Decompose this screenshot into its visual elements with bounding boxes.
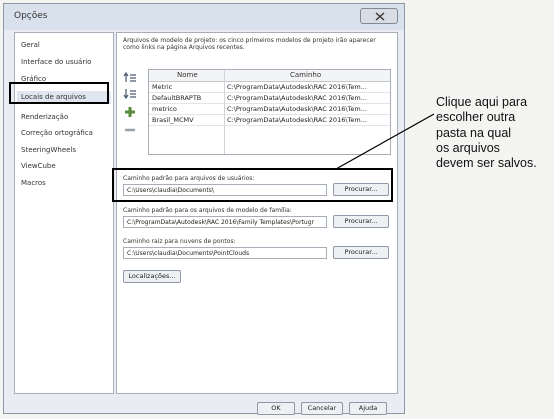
column-header-path[interactable]: Caminho bbox=[290, 71, 321, 79]
sidebar-item-geral[interactable]: Geral bbox=[21, 41, 40, 49]
move-up-icon[interactable] bbox=[123, 71, 137, 85]
row-path: C:\ProgramData\Autodesk\RAC 2016\Tem... bbox=[227, 94, 367, 102]
table-row[interactable]: DefaultBRAPTB C:\ProgramData\Autodesk\RA… bbox=[149, 93, 390, 104]
row-name: Brasil_MCMV bbox=[152, 116, 194, 124]
row-path: C:\ProgramData\Autodesk\RAC 2016\Tem... bbox=[227, 83, 367, 91]
close-icon bbox=[375, 12, 385, 21]
sidebar-item-viewcube[interactable]: ViewCube bbox=[21, 162, 56, 170]
point-clouds-label: Caminho raiz para nuvens de pontos: bbox=[123, 238, 236, 245]
sidebar-item-renderizacao[interactable]: Renderização bbox=[21, 113, 68, 121]
row-name: Metric bbox=[152, 83, 173, 91]
callout-line: os arquivos bbox=[436, 140, 500, 155]
selection-highlight-box bbox=[9, 82, 109, 104]
sidebar-item-steeringwheels[interactable]: SteeringWheels bbox=[21, 146, 76, 154]
table-header: Nome Caminho bbox=[149, 70, 390, 82]
add-icon[interactable] bbox=[123, 105, 137, 119]
column-header-name[interactable]: Nome bbox=[177, 71, 198, 79]
title-bar: Opções bbox=[4, 4, 404, 30]
row-name: metrico bbox=[152, 105, 177, 113]
cancel-button[interactable]: Cancelar bbox=[301, 402, 343, 415]
family-templates-path-field[interactable]: C:\ProgramData\Autodesk\RAC 2016\Family … bbox=[123, 216, 327, 228]
options-dialog: Opções Geral Interface do usuário Gráfic… bbox=[3, 3, 405, 415]
locations-button[interactable]: Localizações... bbox=[123, 270, 181, 283]
point-clouds-path-field[interactable]: C:\Users\claudia\Documents\PointClouds bbox=[123, 247, 327, 259]
callout-line: Clique aqui para bbox=[436, 95, 528, 109]
row-name: DefaultBRAPTB bbox=[152, 94, 202, 102]
move-down-icon[interactable] bbox=[123, 87, 137, 101]
sidebar-item-macros[interactable]: Macros bbox=[21, 179, 46, 187]
callout-annotation: Clique aqui para escolher outra pasta na… bbox=[436, 95, 551, 171]
dialog-title: Opções bbox=[14, 11, 48, 21]
file-locations-panel: Arquivos de modelo de projeto: os cinco … bbox=[116, 32, 398, 394]
remove-icon[interactable] bbox=[123, 123, 137, 137]
browse-family-templates-button[interactable]: Procurar... bbox=[333, 215, 389, 228]
callout-line: pasta na qual bbox=[436, 125, 512, 140]
sidebar-item-correcao-ortografica[interactable]: Correção ortográfica bbox=[21, 129, 93, 137]
ok-button[interactable]: OK bbox=[257, 402, 295, 415]
callout-line: escolher outra bbox=[436, 110, 516, 125]
browse-point-clouds-button[interactable]: Procurar... bbox=[333, 246, 389, 259]
project-templates-description: Arquivos de modelo de projeto: os cinco … bbox=[123, 37, 376, 51]
table-row[interactable]: Metric C:\ProgramData\Autodesk\RAC 2016\… bbox=[149, 82, 390, 93]
family-templates-label: Caminho padrão para os arquivos de model… bbox=[123, 207, 292, 214]
callout-line: devem ser salvos. bbox=[436, 156, 537, 171]
close-button[interactable] bbox=[360, 8, 398, 24]
help-button[interactable]: Ajuda bbox=[349, 402, 387, 415]
callout-pointer-line bbox=[335, 113, 435, 170]
column-divider bbox=[224, 70, 225, 154]
sidebar-item-interface[interactable]: Interface do usuário bbox=[21, 58, 91, 66]
